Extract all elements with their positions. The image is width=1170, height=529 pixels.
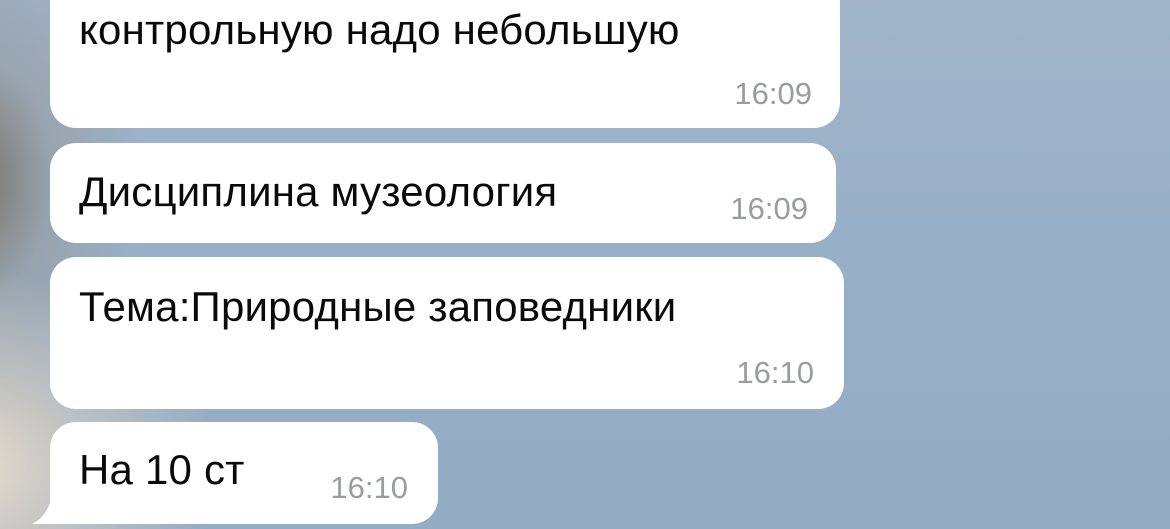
message-timestamp: 16:09 [734,76,812,111]
bubble-tail-icon [32,478,70,524]
chat-message-list[interactable]: контрольную надо небольшую 16:09 Дисципл… [0,0,1170,529]
message-text: На 10 ст [79,446,245,493]
message-bubble[interactable]: контрольную надо небольшую 16:09 [50,0,840,128]
message-bubble[interactable]: На 10 ст 16:10 [50,422,438,524]
message-bubble[interactable]: Дисциплина музеология 16:09 [50,143,836,243]
message-timestamp: 16:10 [330,470,408,505]
message-text: контрольную надо небольшую [79,6,680,53]
message-bubble[interactable]: Тема:Природные заповедники 16:10 [50,257,844,409]
message-text: Тема:Природные заповедники [79,283,677,330]
message-text: Дисциплина музеология [79,168,558,215]
message-timestamp: 16:10 [736,355,814,390]
message-timestamp: 16:09 [730,191,808,226]
